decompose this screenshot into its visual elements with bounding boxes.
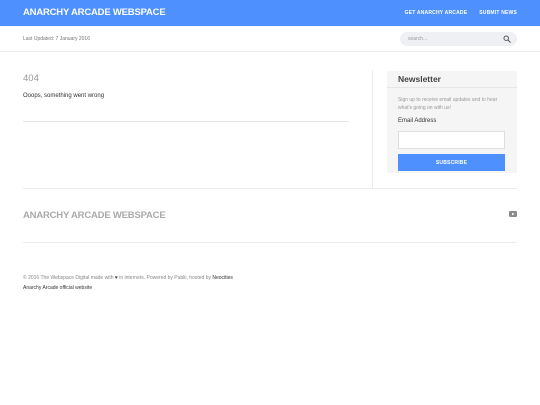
newsletter-title: Newsletter: [398, 74, 441, 84]
footer-divider-bottom: [23, 242, 517, 243]
nav-submit-news[interactable]: SUBMIT NEWS: [479, 10, 517, 16]
copyright-line: © 2016 The Webspace Digital made with ♥ …: [23, 275, 233, 281]
error-code: 404: [23, 73, 39, 84]
last-updated: Last Updated: 7 January 2016: [23, 36, 90, 42]
newsletter-box: Newsletter Sign up to receive email upda…: [387, 71, 517, 173]
footer-brand[interactable]: ANARCHY ARCADE WEBSPACE: [23, 210, 166, 221]
search-box: [400, 32, 517, 46]
neocities-link[interactable]: Neocities: [212, 275, 233, 281]
email-field[interactable]: [398, 131, 505, 149]
heart-icon: ♥: [114, 275, 118, 281]
email-label: Email Address: [398, 118, 437, 124]
main-divider: [23, 121, 349, 122]
official-website-link[interactable]: Anarchy Arcade official website: [23, 285, 92, 291]
column-divider: [372, 70, 373, 188]
search-input[interactable]: [408, 34, 498, 44]
search-icon[interactable]: [503, 35, 511, 43]
newsletter-description: Sign up to receive email updates and to …: [398, 97, 498, 111]
top-bar: ANARCHY ARCADE WEBSPACE GET ANARCHY ARCA…: [0, 0, 540, 26]
newsletter-title-divider: [387, 87, 517, 88]
top-nav: GET ANARCHY ARCADE SUBMIT NEWS: [405, 10, 517, 16]
error-message: Ooops, something went wrong: [23, 93, 105, 99]
copyright-middle: in internets. Powered by Publii, hosted …: [119, 275, 211, 281]
footer-divider-top: [23, 188, 517, 189]
subscribe-button[interactable]: SUBSCRIBE: [398, 154, 505, 171]
site-brand[interactable]: ANARCHY ARCADE WEBSPACE: [23, 7, 166, 18]
sub-bar: Last Updated: 7 January 2016: [0, 26, 540, 52]
copyright-prefix: © 2016 The Webspace Digital made with: [23, 275, 114, 281]
youtube-icon[interactable]: [509, 211, 517, 217]
nav-get-anarchy-arcade[interactable]: GET ANARCHY ARCADE: [405, 10, 468, 16]
